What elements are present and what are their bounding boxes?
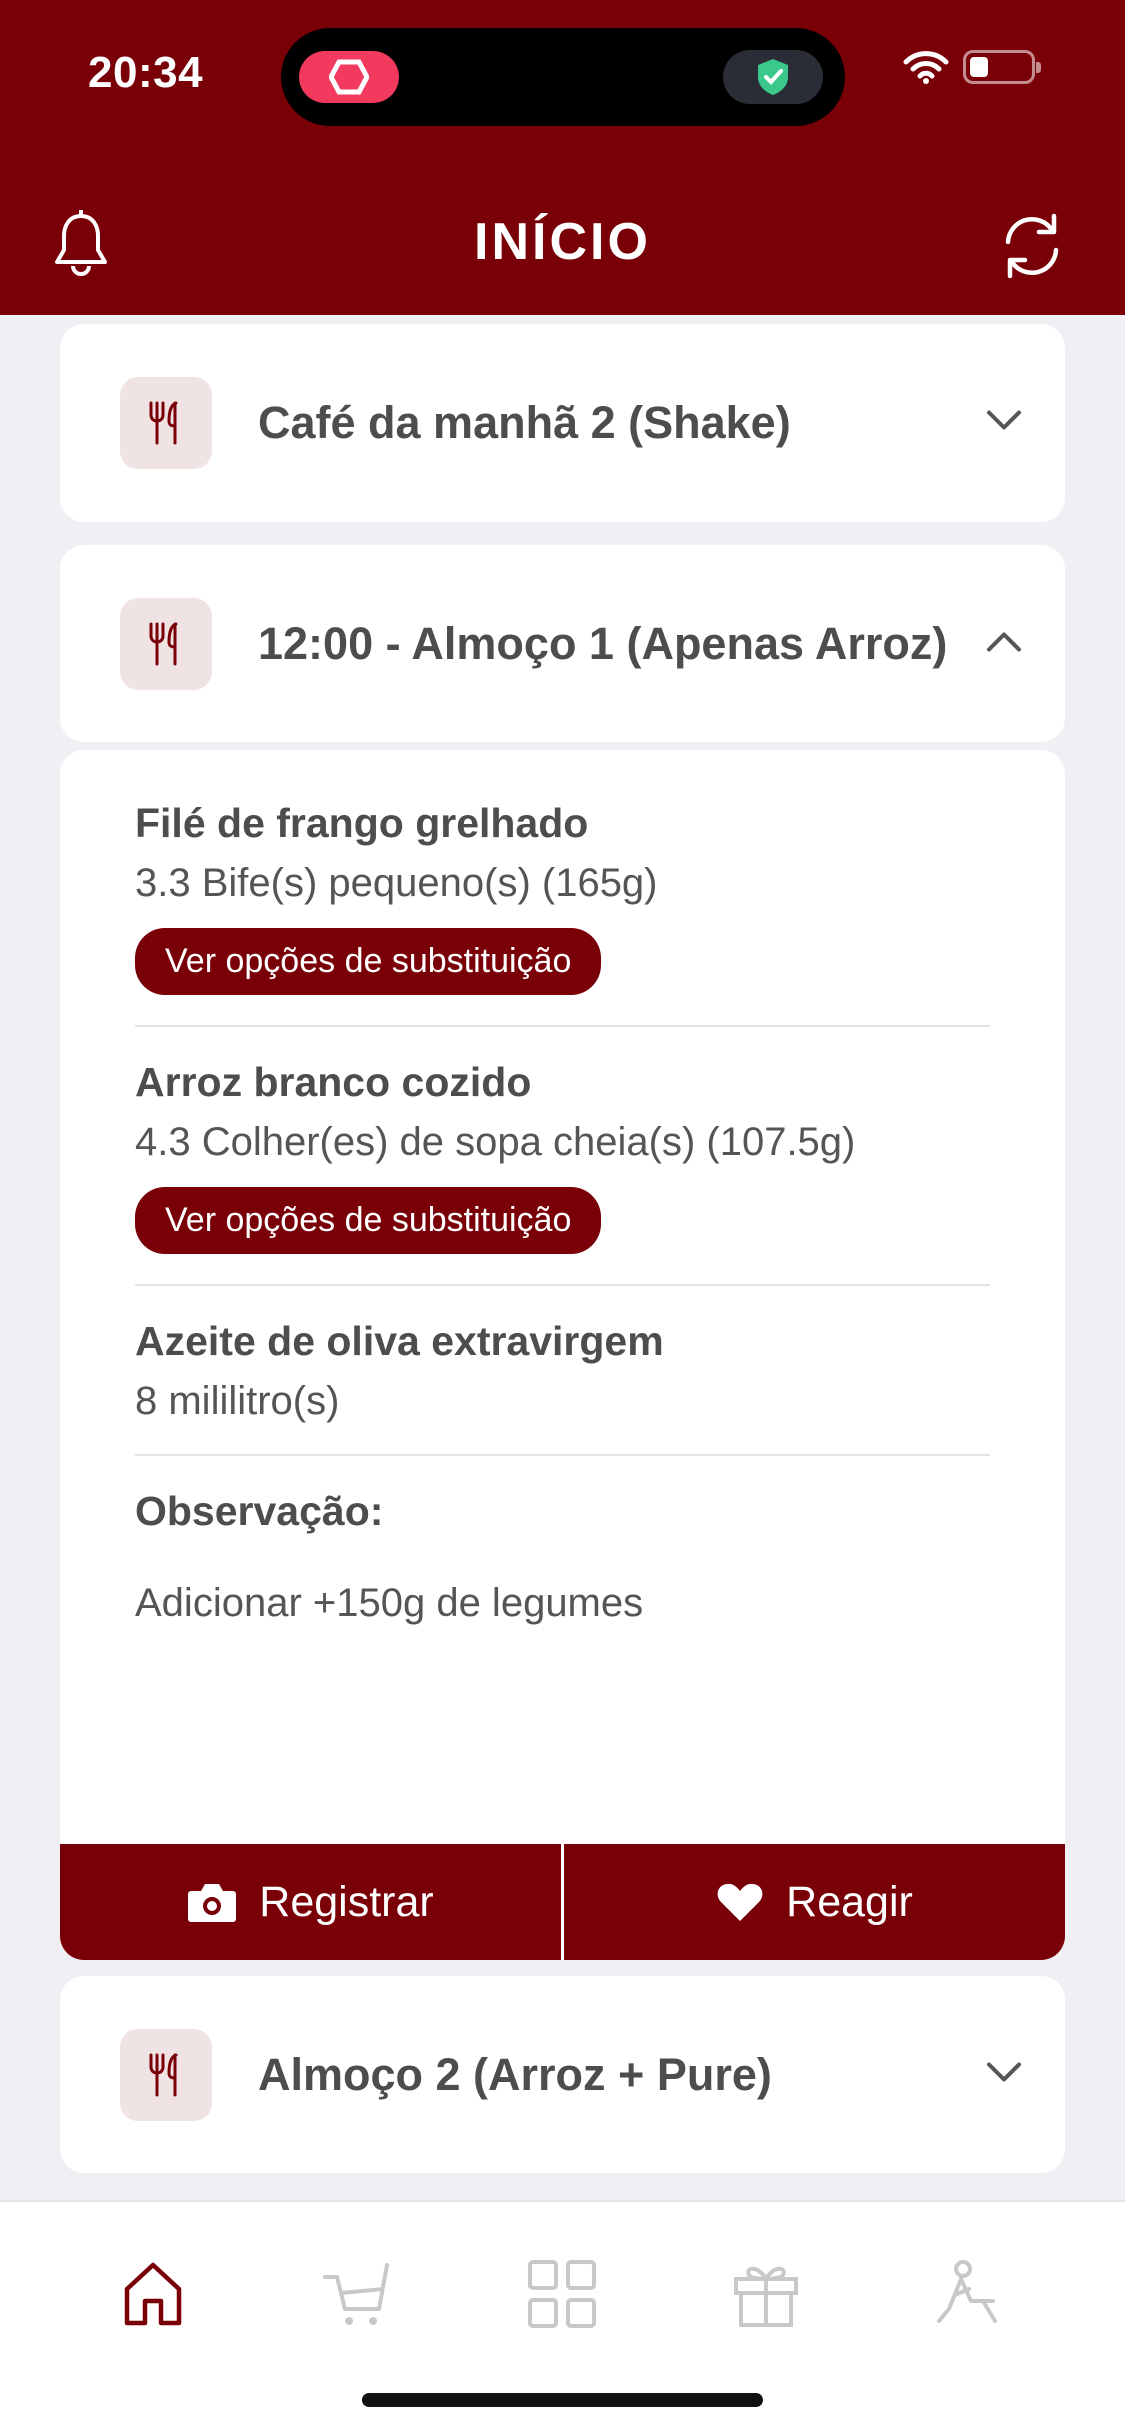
meal-title: Café da manhã 2 (Shake) [258,397,791,448]
home-indicator [362,2393,763,2407]
gift-icon [734,2266,798,2327]
tab-home[interactable] [103,2244,203,2344]
substitution-button[interactable]: Ver opções de substituição [135,1187,602,1254]
meal-actions: Registrar Reagir [60,1844,1065,1960]
food-item: Arroz branco cozido 4.3 Colher(es) de so… [135,1059,990,1254]
cart-icon [323,2263,389,2325]
divider [135,1454,990,1456]
exercise-icon [937,2260,997,2323]
food-item: Filé de frango grelhado 3.3 Bife(s) pequ… [135,800,990,995]
react-label: Reagir [786,1877,913,1926]
food-item: Azeite de oliva extravirgem 8 mililitro(… [135,1318,990,1424]
food-name: Filé de frango grelhado [135,800,589,846]
observation-label: Observação: [135,1488,384,1534]
divider [135,1284,990,1286]
camera-icon [188,1884,237,1922]
dynamic-island [281,28,845,126]
substitution-button[interactable]: Ver opções de substituição [135,928,602,995]
heart-icon [717,1883,763,1921]
meal-card-cafe-da-manha-2[interactable]: Café da manhã 2 (Shake) [60,324,1065,522]
status-indicators [903,50,1041,84]
meal-title: Almoço 2 (Arroz + Pure) [258,2048,772,2100]
battery-icon [963,50,1041,84]
app-header: 20:34 INÍCIO [0,0,1125,315]
food-quantity: 4.3 Colher(es) de sopa cheia(s) (107.5g) [135,1120,856,1164]
food-quantity: 8 mililitro(s) [135,1379,340,1423]
divider [135,1025,990,1027]
cutlery-icon [120,377,212,469]
food-name: Arroz branco cozido [135,1059,532,1105]
register-label: Registrar [259,1877,434,1926]
cutlery-icon [120,597,212,690]
chevron-down-icon[interactable] [985,409,1023,438]
chevron-down-icon[interactable] [985,2060,1023,2089]
wifi-icon [903,51,949,84]
observation-text: Adicionar +150g de legumes [135,1581,644,1625]
tab-exercise[interactable] [920,2244,1020,2344]
meal-card-almoco-2[interactable]: Almoço 2 (Arroz + Pure) [60,1976,1065,2173]
food-quantity: 3.3 Bife(s) pequeno(s) (165g) [135,861,658,905]
tab-grid[interactable] [512,2244,612,2344]
register-button[interactable]: Registrar [60,1844,561,1960]
refresh-icon[interactable] [996,212,1068,285]
tab-cart[interactable] [308,2244,408,2344]
react-button[interactable]: Reagir [561,1844,1065,1960]
shield-check-icon [723,50,823,104]
status-time: 20:34 [88,48,204,97]
chevron-up-icon[interactable] [985,629,1023,658]
meal-card-almoco-1[interactable]: 12:00 - Almoço 1 (Apenas Arroz) [60,545,1065,742]
home-icon [124,2262,182,2326]
cutlery-icon [120,2028,212,2121]
food-name: Azeite de oliva extravirgem [135,1318,664,1364]
tab-gift[interactable] [716,2244,816,2344]
meal-detail-panel: Filé de frango grelhado 3.3 Bife(s) pequ… [60,750,1065,1960]
page-title: INÍCIO [474,213,651,271]
meal-title: 12:00 - Almoço 1 (Apenas Arroz) [258,617,948,669]
grid-icon [528,2260,596,2328]
live-activity-icon [299,51,399,103]
